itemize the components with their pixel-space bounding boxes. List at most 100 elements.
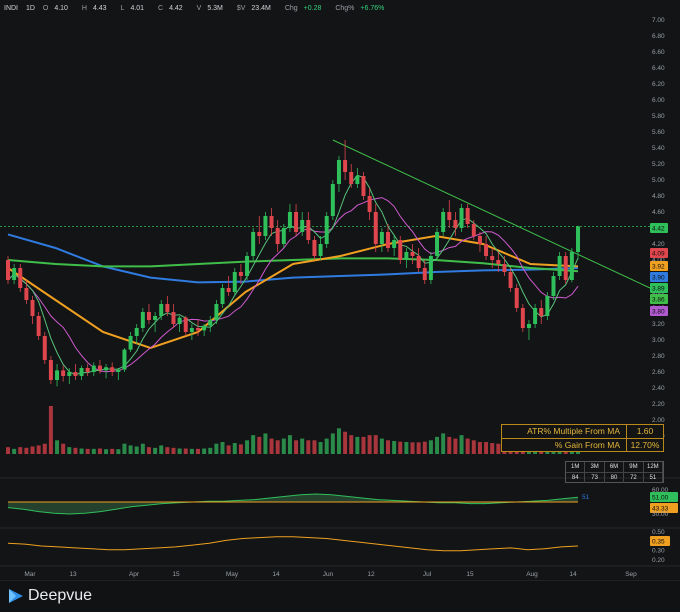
price-tick-label: 6.20 — [652, 81, 665, 88]
volume-bar — [355, 436, 360, 454]
candle — [545, 292, 550, 320]
candle — [459, 204, 464, 232]
candle-body — [116, 369, 121, 372]
candle — [318, 236, 323, 260]
candle-body — [67, 372, 72, 376]
candle-body — [36, 316, 41, 336]
candle-body — [24, 288, 29, 300]
rs-value: 72 — [624, 473, 644, 483]
volume-bar — [73, 447, 78, 454]
price-tag-label: 3.80 — [652, 309, 665, 316]
volume-bar — [398, 441, 403, 454]
candle-body — [61, 370, 66, 376]
volume-bar — [36, 445, 41, 454]
candle-body — [514, 288, 519, 308]
candle-body — [85, 368, 90, 372]
candle-body — [91, 365, 96, 372]
candle-body — [484, 244, 489, 256]
indicator-tick-label: 0.20 — [652, 557, 665, 564]
volume-bar — [110, 448, 115, 454]
candle — [526, 320, 531, 340]
stat-label: % Gain From MA — [502, 439, 627, 452]
price-chart[interactable]: 7.00 6.80 6.60 6.40 6.20 6.00 5.80 5.60 5.40 5.20… — [0, 0, 680, 580]
volume-bar — [245, 440, 250, 454]
candle-body — [404, 252, 409, 260]
price-tick-label: 6.40 — [652, 65, 665, 72]
candle — [189, 324, 194, 340]
candle-body — [459, 208, 464, 228]
price-tick-label: 2.60 — [652, 369, 665, 376]
time-tick-label: May — [226, 571, 239, 578]
volume-bar — [104, 449, 109, 454]
candle-body — [367, 196, 372, 212]
indicator-line — [7, 536, 579, 552]
volume-bar — [300, 438, 305, 454]
price-tick-label: 4.20 — [652, 241, 665, 248]
volume-bar — [459, 435, 464, 454]
rs-value: 80 — [605, 473, 625, 483]
candle — [116, 368, 121, 380]
candle — [520, 304, 525, 332]
candle — [245, 252, 250, 280]
volume-bar — [349, 435, 354, 454]
candle — [232, 268, 237, 296]
time-tick-label: Jun — [323, 571, 334, 578]
candle-body — [79, 368, 84, 376]
time-tick-label: Sep — [625, 571, 637, 578]
volume-bar — [294, 440, 299, 454]
candle — [428, 252, 433, 284]
candle-body — [557, 256, 562, 276]
candle — [404, 248, 409, 268]
candle-body — [73, 372, 78, 376]
candle-body — [576, 226, 580, 252]
candle-body — [153, 316, 158, 320]
candle-body — [336, 160, 341, 184]
candle — [208, 316, 213, 332]
candle-body — [490, 256, 495, 260]
candle-body — [97, 365, 102, 371]
candle-body — [428, 256, 433, 280]
volume-bar — [153, 447, 158, 454]
candle-body — [48, 360, 53, 380]
candle-body — [551, 276, 556, 296]
volume-bar — [428, 440, 433, 454]
candle — [294, 204, 299, 236]
volume-bar — [410, 442, 415, 454]
volume-bar — [85, 448, 90, 454]
candle-body — [361, 176, 366, 196]
candle — [312, 236, 317, 260]
volume-bar — [67, 447, 72, 454]
price-tick-label: 5.00 — [652, 177, 665, 184]
price-tag-label: 4.42 — [652, 226, 665, 233]
candle-body — [177, 317, 182, 324]
candle-body — [12, 268, 17, 280]
time-tick-label: Jul — [423, 571, 432, 578]
volume-bar — [447, 436, 452, 454]
candle-body — [453, 220, 458, 228]
oscillator-tick-label: 30.00 — [652, 511, 669, 518]
volume-bar — [404, 442, 409, 454]
candle-body — [526, 324, 531, 328]
volume-bar — [116, 449, 121, 454]
candle — [281, 224, 286, 248]
time-axis: Mar 13 Apr 15 May 14 Jun 12 Jul 15 Aug 14 Sep — [24, 571, 637, 578]
volume-bar — [165, 447, 170, 454]
oscillator-tick-label: 60.00 — [652, 487, 669, 494]
price-tick-label: 4.60 — [652, 209, 665, 216]
candle-body — [263, 216, 268, 236]
time-tick-label: Mar — [24, 571, 36, 578]
rs-header: 3M — [585, 462, 605, 472]
candle-body — [508, 272, 513, 288]
candle — [465, 204, 470, 228]
candle-body — [159, 304, 164, 316]
indicator-axis: 0.50 0.30 0.20 — [652, 529, 665, 564]
time-tick-label: Aug — [526, 571, 538, 578]
candle-body — [269, 216, 274, 228]
candle-body — [496, 260, 501, 264]
price-tick-label: 5.80 — [652, 113, 665, 120]
volume-bar — [367, 435, 372, 454]
candle — [410, 244, 415, 264]
candle — [557, 252, 562, 280]
candle — [336, 156, 341, 192]
candle-body — [398, 240, 403, 260]
